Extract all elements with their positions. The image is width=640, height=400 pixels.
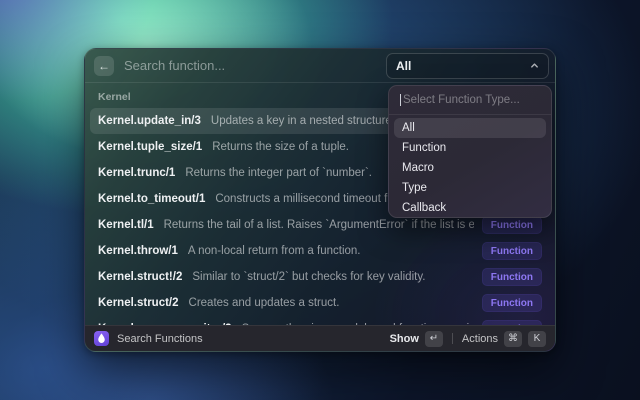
function-description: Creates and updates a struct. <box>188 297 340 309</box>
function-description: Similar to `struct/2` but checks for key… <box>192 271 426 283</box>
k-key-icon: K <box>528 330 546 347</box>
function-name: Kernel.to_timeout/1 <box>98 193 206 205</box>
back-arrow-icon: ← <box>98 58 110 73</box>
footer-divider <box>451 333 453 344</box>
search-input[interactable]: Search function... <box>124 58 386 73</box>
dropdown-option-callback[interactable]: Callback <box>394 198 546 218</box>
back-button[interactable]: ← <box>94 55 114 76</box>
function-type-badge: Function <box>481 268 542 286</box>
show-label[interactable]: Show <box>390 333 419 345</box>
list-item[interactable]: Kernel.struct/2 Creates and updates a str… <box>90 290 550 316</box>
command-title: Search Functions <box>117 332 203 345</box>
footer: Search Functions Show ↵ Actions ⌘ K <box>85 325 555 351</box>
function-name: Kernel.struct/2 <box>98 297 179 309</box>
actions-label[interactable]: Actions <box>462 333 498 345</box>
dropdown-option-all[interactable]: All <box>394 118 546 138</box>
list-item[interactable]: Kernel.struct!/2 Similar to `struct/2` bu… <box>90 264 550 290</box>
function-name: Kernel.throw/1 <box>98 245 178 257</box>
dropdown-option-macro[interactable]: Macro <box>394 158 546 178</box>
list-item[interactable]: Kernel.throw/1 A non-local return from a … <box>90 238 550 264</box>
elixir-drop-icon <box>94 331 109 346</box>
chevron-up-icon <box>531 63 538 68</box>
dropdown-option-function[interactable]: Function <box>394 138 546 158</box>
dropdown-option-type[interactable]: Type <box>394 178 546 198</box>
type-filter-value: All <box>396 58 412 73</box>
function-type-badge: Function <box>481 242 542 260</box>
function-name: Kernel.tl/1 <box>98 219 154 231</box>
function-description: A non-local return from a function. <box>187 245 361 257</box>
type-filter-search-input[interactable]: Select Function Type... <box>389 86 551 115</box>
text-caret <box>400 94 401 106</box>
function-name: Kernel.trunc/1 <box>98 167 176 179</box>
function-name: Kernel.tuple_size/1 <box>98 141 203 153</box>
function-name: Kernel.struct!/2 <box>98 271 183 283</box>
type-filter-panel: Select Function Type... All Function Macro… <box>388 85 552 218</box>
function-name: Kernel.update_in/3 <box>98 115 201 127</box>
launcher-window: ← Search function... All Kernel Kernel.u… <box>84 48 556 352</box>
header: ← Search function... All <box>85 49 555 83</box>
type-filter-placeholder: Select Function Type... <box>403 94 520 106</box>
type-filter-dropdown[interactable]: All <box>386 52 549 79</box>
enter-key-icon: ↵ <box>424 330 443 347</box>
function-type-badge: Function <box>481 294 542 312</box>
cmd-key-icon: ⌘ <box>504 330 522 347</box>
